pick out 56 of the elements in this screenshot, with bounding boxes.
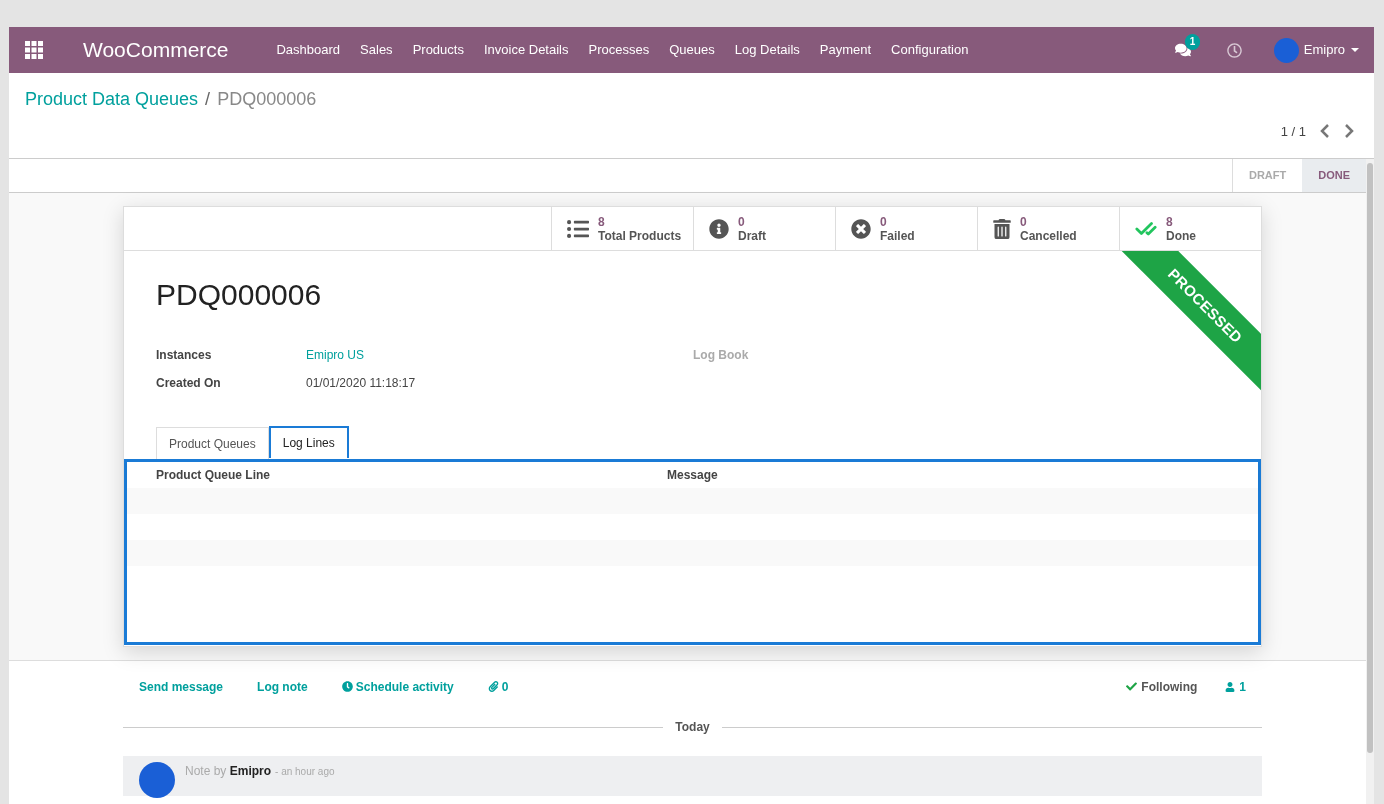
- stat-button[interactable]: 0 Cancelled: [977, 207, 1119, 250]
- pager-value: 1 / 1: [1280, 122, 1306, 141]
- field-label: Created On: [156, 375, 222, 392]
- message-time: - an hour ago: [275, 765, 335, 779]
- chevron-right-icon[interactable]: [1344, 124, 1354, 139]
- stat-button[interactable]: 8 Total Products: [551, 207, 693, 250]
- info-icon: [709, 218, 729, 239]
- field-label: Instances: [156, 347, 213, 364]
- column-header: Message: [667, 467, 718, 484]
- menu-item[interactable]: Products: [412, 40, 464, 60]
- chevron-left-icon[interactable]: [1320, 124, 1330, 139]
- clock-icon[interactable]: [1226, 42, 1242, 58]
- check-icon: [1126, 681, 1138, 692]
- chat-icon[interactable]: [1174, 42, 1191, 58]
- user-avatar: [1273, 37, 1299, 63]
- menu-item[interactable]: Processes: [588, 40, 650, 60]
- message-author: Note by Emipro: [185, 763, 272, 780]
- caret-icon: [1351, 48, 1359, 52]
- stat-button[interactable]: 0 Failed: [835, 207, 977, 250]
- following-button[interactable]: Following: [1126, 677, 1198, 696]
- stat-button[interactable]: 0 Draft: [693, 207, 835, 250]
- date-separator: Today: [675, 719, 710, 736]
- field-label: Log Book: [693, 347, 749, 364]
- menu-item[interactable]: Configuration: [891, 40, 969, 60]
- paperclip-icon: [487, 681, 499, 692]
- tab[interactable]: Product Queues: [156, 427, 269, 459]
- menu-item[interactable]: Payment: [819, 40, 872, 60]
- followers-button[interactable]: 1: [1225, 677, 1246, 696]
- breadcrumb-separator: /: [205, 88, 211, 111]
- column-header: Product Queue Line: [155, 467, 271, 484]
- stat-button[interactable]: 8 Done: [1119, 207, 1261, 250]
- scrollbar-thumb[interactable]: [1367, 163, 1373, 753]
- breadcrumb-link[interactable]: Product Data Queues: [25, 86, 199, 113]
- chatter-link[interactable]: Log note: [257, 677, 308, 696]
- message-count-badge: 1: [1184, 34, 1201, 50]
- schedule-activity-link[interactable]: Schedule activity: [341, 677, 454, 696]
- field-value: 01/01/2020 11:18:17: [306, 375, 416, 392]
- status-step[interactable]: DONE: [1302, 159, 1366, 192]
- menu-item[interactable]: Log Details: [734, 40, 800, 60]
- author-avatar: [139, 762, 175, 798]
- menu-item[interactable]: Invoice Details: [483, 40, 569, 60]
- menu-item[interactable]: Queues: [669, 40, 715, 60]
- attachments-link[interactable]: 0: [487, 677, 509, 696]
- field-link[interactable]: Emipro US: [306, 346, 364, 364]
- tab[interactable]: Log Lines: [268, 426, 349, 458]
- apps-grid-icon[interactable]: [25, 41, 43, 59]
- menu-item[interactable]: Sales: [360, 40, 393, 60]
- trash-icon: [993, 218, 1011, 239]
- list-icon: [567, 217, 589, 240]
- clock-icon: [341, 681, 353, 692]
- chatter-link[interactable]: Send message: [139, 677, 224, 696]
- app-title: WooCommerce: [83, 37, 229, 64]
- breadcrumb-current: PDQ000006: [217, 88, 317, 111]
- person-icon: [1225, 681, 1236, 692]
- menu-item[interactable]: Dashboard: [276, 40, 341, 60]
- user-menu[interactable]: Emipro: [1303, 40, 1345, 60]
